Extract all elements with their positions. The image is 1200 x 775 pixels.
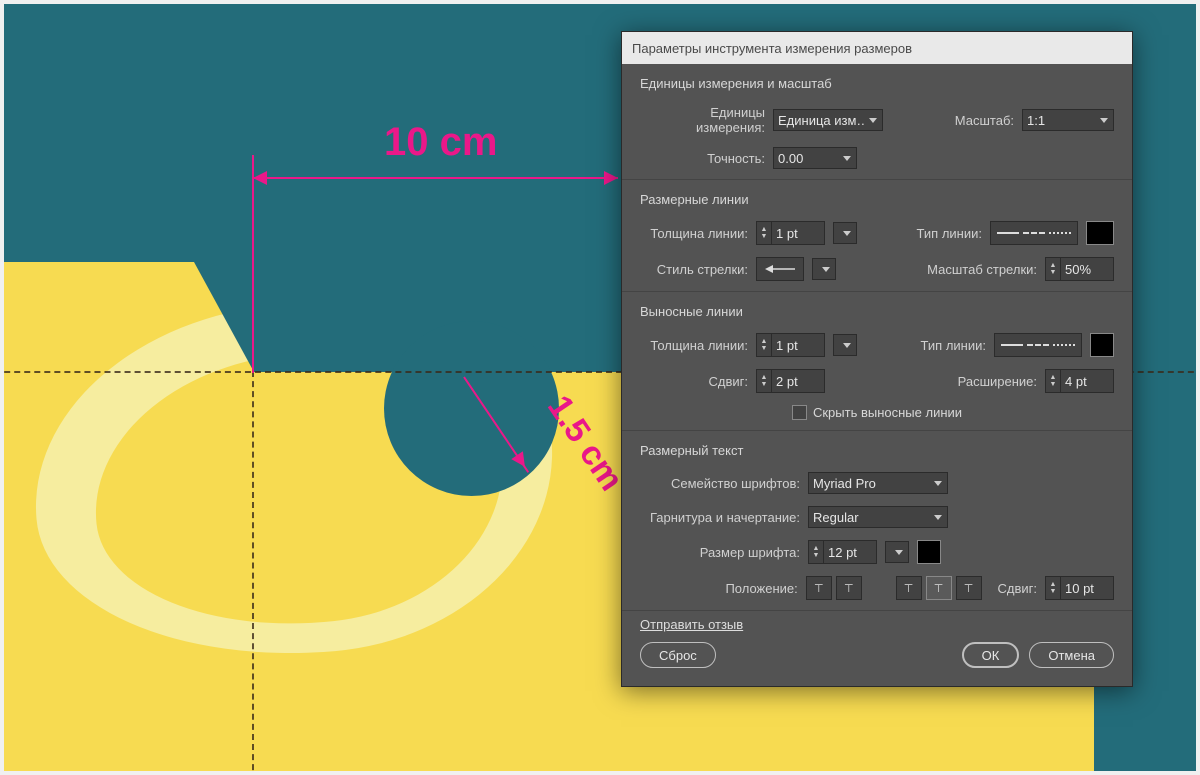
ok-button[interactable]: ОК xyxy=(962,642,1020,668)
pos-v-middle-button[interactable]: ⊤ xyxy=(926,576,952,600)
scale-select[interactable]: 1:1 xyxy=(1022,109,1114,131)
stepper-arrows-icon[interactable]: ▲▼ xyxy=(1046,258,1061,280)
checkbox-box-icon xyxy=(792,405,807,420)
text-position-horizontal-group: ⊤ ⊤ xyxy=(806,576,862,600)
precision-label: Точность: xyxy=(640,151,765,166)
line-thickness-dropdown[interactable] xyxy=(833,222,857,244)
arrow-style-picker[interactable] xyxy=(756,257,804,281)
line-type-solid-icon[interactable] xyxy=(997,228,1019,238)
pos-h-center-button[interactable]: ⊤ xyxy=(836,576,862,600)
font-size-label: Размер шрифта: xyxy=(640,545,800,560)
section-units-scale: Единицы измерения и масштаб Единицы изме… xyxy=(622,64,1132,180)
arrow-style-dropdown[interactable] xyxy=(812,258,836,280)
stepper-arrows-icon[interactable]: ▲▼ xyxy=(809,541,824,563)
section-heading: Размерный текст xyxy=(640,443,1114,458)
stepper-arrows-icon[interactable]: ▲▼ xyxy=(757,222,772,244)
section-dimension-text: Размерный текст Семейство шрифтов: Myria… xyxy=(622,431,1132,611)
ext-color-swatch[interactable] xyxy=(1090,333,1114,357)
line-type-dash-icon[interactable] xyxy=(1027,340,1049,350)
dimension-line-horizontal xyxy=(253,177,618,179)
dimension-label-horizontal: 10 cm xyxy=(384,120,497,165)
dialog-title: Параметры инструмента измерения размеров xyxy=(632,41,912,56)
section-heading: Размерные линии xyxy=(640,192,1114,207)
line-thickness-label: Толщина линии: xyxy=(640,226,748,241)
line-type-dot-icon[interactable] xyxy=(1049,228,1071,238)
section-heading: Единицы измерения и масштаб xyxy=(640,76,1114,91)
dimension-tool-options-dialog: Параметры инструмента измерения размеров… xyxy=(621,31,1133,687)
arrow-left-icon xyxy=(765,264,795,274)
arrow-scale-input[interactable]: ▲▼ xyxy=(1045,257,1114,281)
font-family-select[interactable]: Myriad Pro xyxy=(808,472,948,494)
text-offset-input[interactable]: ▲▼ xyxy=(1045,576,1114,600)
font-size-input[interactable]: ▲▼ xyxy=(808,540,877,564)
ext-extension-label: Расширение: xyxy=(958,374,1037,389)
artwork-circle-cut xyxy=(384,321,559,496)
line-type-dash-icon[interactable] xyxy=(1023,228,1045,238)
line-type-label: Тип линии: xyxy=(917,226,982,241)
hide-extension-lines-checkbox[interactable]: Скрыть выносные линии xyxy=(792,405,962,420)
ext-offset-input[interactable]: ▲▼ xyxy=(756,369,825,393)
ext-extension-input[interactable]: ▲▼ xyxy=(1045,369,1114,393)
units-select[interactable]: Единица изм… xyxy=(773,109,883,131)
line-color-swatch[interactable] xyxy=(1086,221,1114,245)
send-feedback-link[interactable]: Отправить отзыв xyxy=(640,617,743,632)
dialog-titlebar[interactable]: Параметры инструмента измерения размеров xyxy=(622,32,1132,64)
font-style-select[interactable]: Regular xyxy=(808,506,948,528)
text-color-swatch[interactable] xyxy=(917,540,941,564)
stepper-arrows-icon[interactable]: ▲▼ xyxy=(757,334,772,356)
section-heading: Выносные линии xyxy=(640,304,1114,319)
precision-select[interactable]: 0.00 xyxy=(773,147,857,169)
ext-linetype-label: Тип линии: xyxy=(921,338,986,353)
reset-button[interactable]: Сброс xyxy=(640,642,716,668)
line-type-solid-icon[interactable] xyxy=(1001,340,1023,350)
units-label: Единицы измерения: xyxy=(640,105,765,135)
stepper-arrows-icon[interactable]: ▲▼ xyxy=(1046,370,1061,392)
dialog-footer: Сброс ОК Отмена xyxy=(622,632,1132,686)
stepper-arrows-icon[interactable]: ▲▼ xyxy=(757,370,772,392)
ext-offset-label: Сдвиг: xyxy=(640,374,748,389)
line-type-picker[interactable] xyxy=(990,221,1078,245)
vertical-guide xyxy=(252,371,254,771)
dimension-arrow-left xyxy=(253,171,267,185)
line-thickness-input[interactable]: ▲▼ xyxy=(756,221,825,245)
section-extension-lines: Выносные линии Толщина линии: ▲▼ Тип лин… xyxy=(622,292,1132,431)
pos-h-left-button[interactable]: ⊤ xyxy=(806,576,832,600)
font-family-label: Семейство шрифтов: xyxy=(640,476,800,491)
font-size-dropdown[interactable] xyxy=(885,541,909,563)
dimension-extension-line xyxy=(252,155,254,373)
ext-thickness-label: Толщина линии: xyxy=(640,338,748,353)
artwork-notch-edge xyxy=(194,262,254,372)
ext-linetype-picker[interactable] xyxy=(994,333,1082,357)
ext-thickness-input[interactable]: ▲▼ xyxy=(756,333,825,357)
ext-thickness-dropdown[interactable] xyxy=(833,334,857,356)
arrow-scale-label: Масштаб стрелки: xyxy=(927,262,1037,277)
text-position-vertical-group: ⊤ ⊤ ⊤ xyxy=(896,576,982,600)
cancel-button[interactable]: Отмена xyxy=(1029,642,1114,668)
canvas: 10 cm 1.5 cm Параметры инструмента измер… xyxy=(4,4,1196,771)
arrow-style-label: Стиль стрелки: xyxy=(640,262,748,277)
hide-extension-lines-label: Скрыть выносные линии xyxy=(813,405,962,420)
scale-label: Масштаб: xyxy=(955,113,1014,128)
font-style-label: Гарнитура и начертание: xyxy=(640,510,800,525)
text-position-label: Положение: xyxy=(640,581,798,596)
line-type-dot-icon[interactable] xyxy=(1053,340,1075,350)
pos-v-top-button[interactable]: ⊤ xyxy=(896,576,922,600)
dimension-arrow-right xyxy=(604,171,618,185)
pos-v-bottom-button[interactable]: ⊤ xyxy=(956,576,982,600)
text-offset-label: Сдвиг: xyxy=(998,581,1038,596)
stepper-arrows-icon[interactable]: ▲▼ xyxy=(1046,577,1061,599)
section-dimension-lines: Размерные линии Толщина линии: ▲▼ Тип ли… xyxy=(622,180,1132,292)
